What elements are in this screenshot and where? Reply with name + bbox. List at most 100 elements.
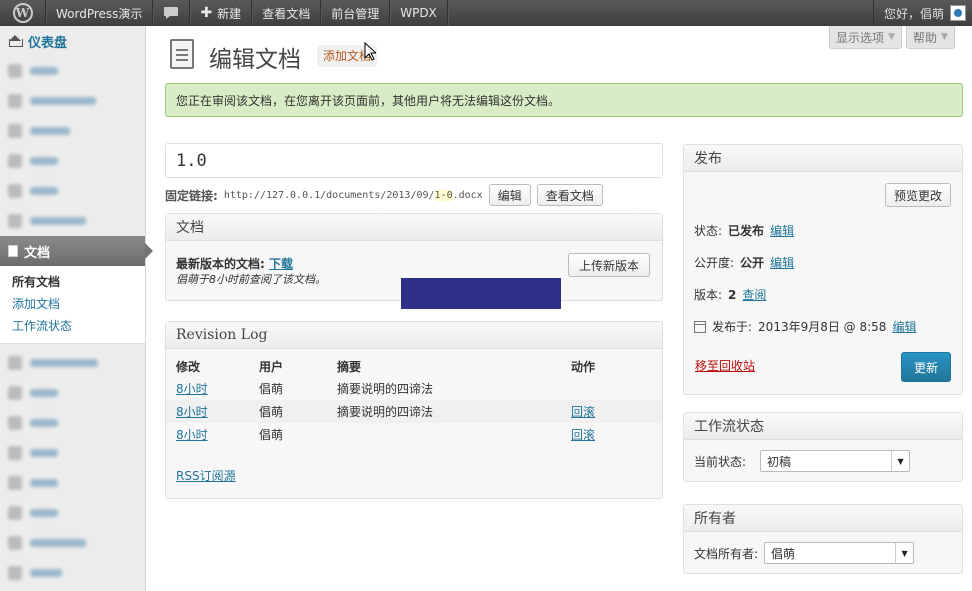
blurred-menu-item[interactable] <box>0 378 145 408</box>
screen-options-toggle[interactable]: 显示选项 ▼ <box>829 26 902 49</box>
update-button[interactable]: 更新 <box>901 352 951 382</box>
revisions-row: 版本: 2 查阅 <box>694 286 766 303</box>
visibility-row: 公开度: 公开 编辑 <box>694 254 794 271</box>
permalink-prefix: http://127.0.0.1/documents/2013/09/ <box>223 189 435 201</box>
wordpress-menu[interactable]: W <box>0 0 46 26</box>
blurred-icon <box>8 356 22 370</box>
blurred-label <box>30 419 58 427</box>
edit-date-link[interactable]: 编辑 <box>892 318 916 335</box>
blurred-menu-item[interactable] <box>0 176 145 206</box>
blurred-menu-item[interactable] <box>0 206 145 236</box>
my-account-menu[interactable]: 您好，倡萌 <box>872 0 972 26</box>
restore-revision-link[interactable]: 回滚 <box>571 428 595 442</box>
revision-time-link[interactable]: 8小时 <box>176 382 208 396</box>
blurred-menu-item[interactable] <box>0 348 145 378</box>
latest-version-row: 最新版本的文档: 下载 <box>176 255 293 272</box>
chevron-down-icon: ▼ <box>891 451 909 471</box>
edit-permalink-button[interactable]: 编辑 <box>488 184 531 206</box>
revision-table: 修改 用户 摘要 动作 8小时 倡萌 摘要说明的四谛法 8小时 倡萌 摘要说明的… <box>166 355 662 446</box>
owner-select[interactable]: 倡萌 ▼ <box>764 542 915 564</box>
revisions-value: 2 <box>728 287 737 302</box>
permalink-label: 固定链接: <box>165 188 218 203</box>
table-row: 8小时 倡萌 摘要说明的四谛法 <box>166 377 662 400</box>
blurred-icon <box>8 386 22 400</box>
table-row: 8小时 倡萌 回滚 <box>166 423 662 446</box>
blurred-menu-item[interactable] <box>0 438 145 468</box>
blurred-menu-item[interactable] <box>0 86 145 116</box>
document-page-icon <box>170 39 194 69</box>
workflow-state-select[interactable]: 初稿 ▼ <box>760 450 911 472</box>
redaction-block <box>401 278 561 309</box>
avatar <box>950 5 966 21</box>
revision-summary: 摘要说明的四谛法 <box>327 400 561 423</box>
caret-down-icon: ▼ <box>888 32 895 42</box>
edit-visibility-link[interactable]: 编辑 <box>770 254 794 271</box>
column-header-summary: 摘要 <box>337 359 362 374</box>
screen-options-label: 显示选项 <box>836 30 885 45</box>
permalink-slug: 1-0 <box>434 189 453 201</box>
download-link[interactable]: 下载 <box>269 257 293 271</box>
wpdx-link[interactable]: WPDX <box>390 0 448 26</box>
browse-revisions-link[interactable]: 查阅 <box>742 286 766 303</box>
blurred-label <box>30 449 58 457</box>
menu-dashboard[interactable]: 仪表盘 <box>0 26 145 56</box>
restore-revision-link[interactable]: 回滚 <box>571 405 595 419</box>
upload-new-version-button[interactable]: 上传新版本 <box>567 253 650 277</box>
blurred-menu-item[interactable] <box>0 408 145 438</box>
site-name-link[interactable]: WordPress演示 <box>46 0 154 26</box>
blurred-label <box>30 97 96 105</box>
help-toggle[interactable]: 帮助 ▼ <box>906 26 955 49</box>
blurred-label <box>30 479 58 487</box>
frontend-admin-link[interactable]: 前台管理 <box>321 0 391 26</box>
submenu-all-documents[interactable]: 所有文档 <box>12 271 145 293</box>
revision-summary <box>327 423 561 446</box>
owner-box: 所有者 文档所有者: 倡萌 ▼ <box>683 504 963 574</box>
page-title: 编辑文档 <box>209 47 301 73</box>
rss-feed-link[interactable]: RSS订阅源 <box>176 467 236 484</box>
status-row: 状态: 已发布 编辑 <box>694 222 794 239</box>
blurred-menu-item[interactable] <box>0 146 145 176</box>
publish-box: 发布 预览更改 状态: 已发布 编辑 公开度: 公开 编辑 版本: 2 查阅 发… <box>683 144 963 395</box>
blurred-label <box>30 539 86 547</box>
preview-changes-button[interactable]: 预览更改 <box>884 183 951 207</box>
documents-submenu: 所有文档 添加文档 工作流状态 <box>0 266 145 344</box>
blurred-icon <box>8 94 22 108</box>
status-value: 已发布 <box>728 224 765 238</box>
calendar-icon <box>694 320 706 333</box>
comments-menu[interactable] <box>153 0 191 26</box>
blurred-menu-item[interactable] <box>0 56 145 86</box>
view-document-link[interactable]: 查看文档 <box>252 0 322 26</box>
move-to-trash-link[interactable]: 移至回收站 <box>695 357 755 374</box>
submenu-workflow-states[interactable]: 工作流状态 <box>12 315 145 337</box>
new-content-menu[interactable]: ✚ 新建 <box>190 0 253 26</box>
visibility-value: 公开 <box>740 256 765 270</box>
help-label: 帮助 <box>913 30 938 45</box>
column-header-modified: 修改 <box>176 359 201 374</box>
status-label: 状态: <box>694 224 723 238</box>
menu-documents[interactable]: 文档 <box>0 236 153 266</box>
owner-value: 倡萌 <box>771 546 796 561</box>
permalink-url[interactable]: http://127.0.0.1/documents/2013/09/1-0.d… <box>223 189 483 201</box>
revision-time-link[interactable]: 8小时 <box>176 405 208 419</box>
view-document-button[interactable]: 查看文档 <box>536 184 603 206</box>
blurred-icon <box>8 536 22 550</box>
blurred-menu-item[interactable] <box>0 528 145 558</box>
submenu-add-document[interactable]: 添加文档 <box>12 293 145 315</box>
edit-lock-notice: 您正在审阅该文档，在您离开该页面前，其他用户将无法编辑这份文档。 <box>165 83 963 117</box>
edit-status-link[interactable]: 编辑 <box>770 222 794 239</box>
column-header-user: 用户 <box>259 359 284 374</box>
document-title-input[interactable]: 1.0 <box>165 143 663 178</box>
revision-log-title: Revision Log <box>166 322 662 349</box>
blurred-menu-item[interactable] <box>0 558 145 588</box>
blurred-menu-item[interactable] <box>0 498 145 528</box>
caret-down-icon: ▼ <box>941 32 948 42</box>
document-icon <box>8 245 18 257</box>
revision-time-link[interactable]: 8小时 <box>176 428 208 442</box>
blurred-icon <box>8 476 22 490</box>
workflow-state-box: 工作流状态 当前状态: 初稿 ▼ <box>683 412 963 482</box>
blurred-menu-item[interactable] <box>0 468 145 498</box>
blurred-label <box>30 187 58 195</box>
blurred-menu-item[interactable] <box>0 116 145 146</box>
blurred-label <box>30 217 86 225</box>
blurred-label <box>30 67 58 75</box>
